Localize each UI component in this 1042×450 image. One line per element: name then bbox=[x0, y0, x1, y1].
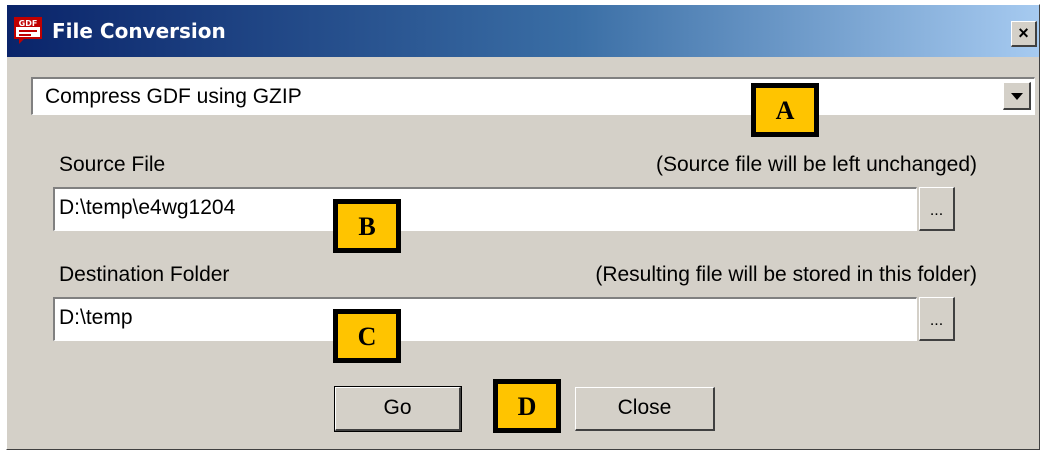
source-browse-button[interactable]: ... bbox=[919, 187, 955, 231]
conversion-type-select[interactable]: Compress GDF using GZIP bbox=[31, 77, 1035, 115]
gdf-app-icon: GDF bbox=[14, 17, 42, 44]
destination-folder-label: Destination Folder bbox=[59, 263, 230, 286]
close-button[interactable]: Close bbox=[575, 387, 715, 431]
marker-b: B bbox=[333, 199, 401, 253]
source-file-input[interactable] bbox=[59, 193, 899, 223]
conversion-type-selected: Compress GDF using GZIP bbox=[45, 85, 302, 108]
source-file-hint: (Source file will be left unchanged) bbox=[655, 153, 977, 176]
go-button[interactable]: Go bbox=[334, 386, 462, 432]
source-file-label: Source File bbox=[59, 153, 166, 176]
chevron-down-icon[interactable] bbox=[1003, 82, 1031, 110]
marker-c: C bbox=[333, 309, 401, 363]
close-icon: × bbox=[1018, 23, 1029, 43]
destination-folder-input[interactable] bbox=[59, 303, 899, 333]
marker-d: D bbox=[493, 379, 561, 433]
window-title: File Conversion bbox=[52, 19, 226, 43]
file-conversion-dialog: GDF File Conversion × Compress GDF using… bbox=[6, 4, 1040, 450]
destination-folder-field[interactable] bbox=[53, 297, 917, 341]
app-icon-text: GDF bbox=[19, 19, 38, 28]
title-bar[interactable]: GDF File Conversion × bbox=[7, 5, 1039, 57]
destination-browse-button[interactable]: ... bbox=[919, 297, 955, 341]
close-window-button[interactable]: × bbox=[1011, 21, 1037, 47]
ellipsis-icon: ... bbox=[929, 202, 944, 219]
source-file-field[interactable] bbox=[53, 187, 917, 231]
destination-folder-hint: (Resulting file will be stored in this f… bbox=[595, 263, 977, 286]
marker-a: A bbox=[751, 83, 819, 137]
ellipsis-icon: ... bbox=[929, 312, 944, 329]
